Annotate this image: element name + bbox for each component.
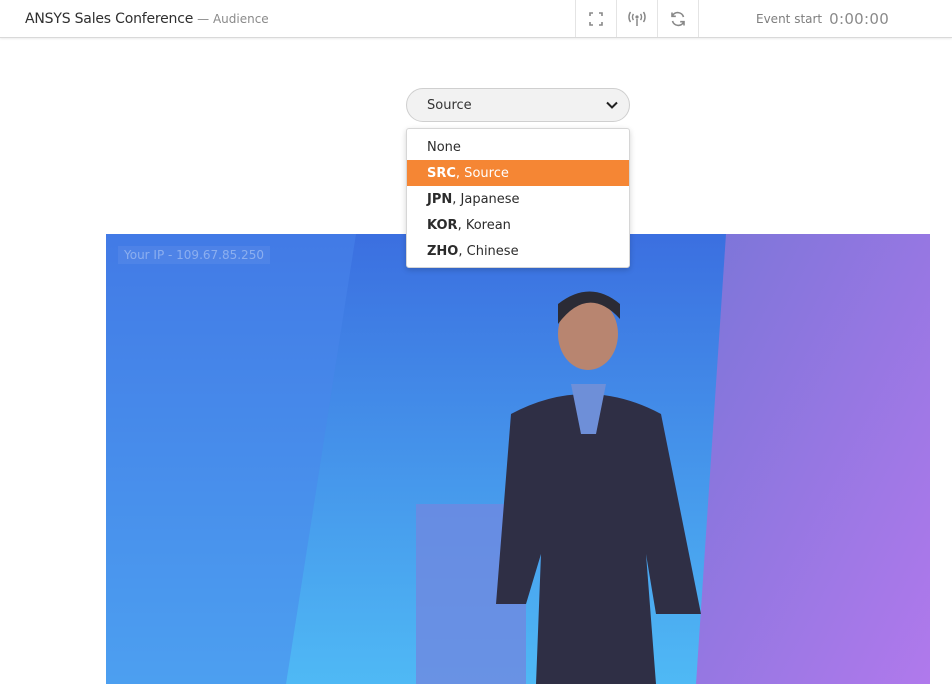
- option-code: JPN: [427, 191, 453, 207]
- option-label: None: [427, 139, 461, 155]
- app-title: ANSYS Sales Conference: [25, 10, 194, 27]
- top-bar: ANSYS Sales Conference — Audience Event …: [0, 0, 952, 38]
- option-code: KOR: [427, 217, 458, 233]
- option-label: , Source: [455, 165, 509, 181]
- event-start-time: 0:00:00: [829, 9, 890, 28]
- source-select-value: Source: [427, 97, 472, 113]
- video-player[interactable]: Your IP - 109.67.85.250: [106, 234, 930, 684]
- option-zho[interactable]: ZHO, Chinese: [407, 238, 629, 264]
- option-src[interactable]: SRC, Source: [407, 160, 629, 186]
- broadcast-button[interactable]: [616, 0, 657, 37]
- broadcast-icon: [628, 11, 646, 26]
- chevron-down-icon: [605, 100, 619, 110]
- fullscreen-button[interactable]: [575, 0, 616, 37]
- video-frame-image: [106, 234, 930, 684]
- option-none[interactable]: None: [407, 134, 629, 160]
- title-area: ANSYS Sales Conference — Audience: [25, 0, 269, 37]
- option-label: , Chinese: [458, 243, 519, 259]
- refresh-icon: [671, 11, 685, 26]
- ip-overlay: Your IP - 109.67.85.250: [118, 246, 270, 264]
- fullscreen-icon: [589, 11, 603, 26]
- source-dropdown-menu: None SRC, Source JPN, Japanese KOR, Kore…: [406, 128, 630, 268]
- option-jpn[interactable]: JPN, Japanese: [407, 186, 629, 212]
- app-subtitle: — Audience: [197, 11, 269, 26]
- option-code: SRC: [427, 165, 456, 181]
- source-select[interactable]: Source: [406, 88, 630, 122]
- option-label: , Korean: [457, 217, 511, 233]
- option-label: , Japanese: [452, 191, 520, 207]
- event-start: Event start 0:00:00: [698, 0, 952, 37]
- option-kor[interactable]: KOR, Korean: [407, 212, 629, 238]
- event-start-label: Event start: [756, 11, 823, 26]
- refresh-button[interactable]: [657, 0, 698, 37]
- option-code: ZHO: [427, 243, 459, 259]
